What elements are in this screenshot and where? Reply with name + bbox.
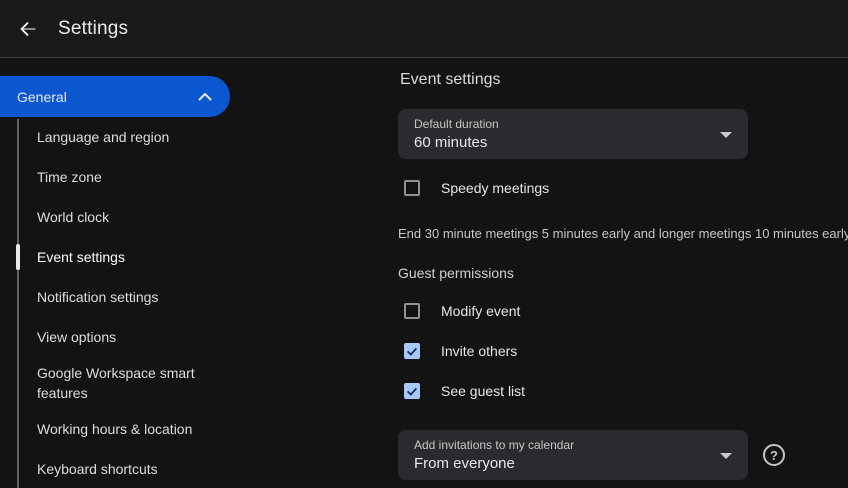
guest-permissions-heading: Guest permissions: [398, 265, 848, 281]
sidebar-item-notification-settings[interactable]: Notification settings: [0, 277, 398, 317]
add-invitations-value: From everyone: [414, 455, 748, 472]
page-title: Settings: [58, 18, 128, 40]
default-duration-label: Default duration: [414, 117, 748, 131]
sidebar-item-label: Google Workspace smart features: [37, 363, 217, 403]
sidebar-item-view-options[interactable]: View options: [0, 317, 398, 357]
sidebar-item-time-zone[interactable]: Time zone: [0, 157, 398, 197]
invite-others-label: Invite others: [441, 343, 517, 359]
dropdown-arrow-icon: [720, 132, 732, 138]
see-guest-list-checkbox[interactable]: [404, 383, 420, 399]
add-invitations-row: Add invitations to my calendar From ever…: [398, 430, 848, 480]
default-duration-select[interactable]: Default duration 60 minutes: [398, 109, 748, 159]
sidebar-item-working-hours-location[interactable]: Working hours & location: [0, 409, 398, 449]
settings-layout: General Language and region Time zone Wo…: [0, 58, 848, 487]
sidebar-item-label: Notification settings: [37, 289, 158, 305]
header: Settings: [0, 0, 848, 58]
sidebar-item-label: Language and region: [37, 129, 169, 145]
sidebar-item-google-workspace-smart-features[interactable]: Google Workspace smart features: [0, 357, 398, 409]
invite-others-row: Invite others: [398, 341, 848, 361]
speedy-meetings-description: End 30 minute meetings 5 minutes early a…: [398, 226, 848, 241]
sidebar-list: Language and region Time zone World cloc…: [0, 117, 398, 488]
speedy-meetings-label: Speedy meetings: [441, 180, 549, 196]
sidebar-item-label: View options: [37, 329, 116, 345]
help-icon[interactable]: ?: [763, 444, 785, 466]
back-button[interactable]: [8, 9, 48, 49]
sidebar: General Language and region Time zone Wo…: [0, 58, 398, 487]
default-duration-value: 60 minutes: [414, 134, 748, 151]
dropdown-arrow-icon: [720, 453, 732, 459]
section-heading: Event settings: [400, 71, 848, 89]
sidebar-item-label: Time zone: [37, 169, 102, 185]
chevron-up-icon: [198, 92, 212, 101]
arrow-left-icon: [17, 18, 39, 40]
speedy-meetings-checkbox[interactable]: [404, 180, 420, 196]
sidebar-item-event-settings[interactable]: Event settings: [0, 237, 398, 277]
sidebar-item-label: World clock: [37, 209, 109, 225]
selected-indicator: [16, 244, 20, 270]
modify-event-label: Modify event: [441, 303, 520, 319]
sidebar-item-label: Keyboard shortcuts: [37, 461, 158, 477]
modify-event-row: Modify event: [398, 301, 848, 321]
add-invitations-label: Add invitations to my calendar: [414, 438, 748, 452]
sidebar-item-label: Event settings: [37, 249, 125, 265]
check-icon: [406, 385, 418, 398]
check-icon: [406, 345, 418, 358]
main-content: Event settings Default duration 60 minut…: [398, 58, 848, 487]
sidebar-item-keyboard-shortcuts[interactable]: Keyboard shortcuts: [0, 449, 398, 488]
see-guest-list-label: See guest list: [441, 383, 525, 399]
sidebar-item-world-clock[interactable]: World clock: [0, 197, 398, 237]
speedy-meetings-row: Speedy meetings: [398, 178, 848, 198]
sidebar-section-general[interactable]: General: [0, 76, 230, 117]
sidebar-item-label: Working hours & location: [37, 421, 192, 437]
add-invitations-select[interactable]: Add invitations to my calendar From ever…: [398, 430, 748, 480]
modify-event-checkbox[interactable]: [404, 303, 420, 319]
sidebar-item-language-and-region[interactable]: Language and region: [0, 117, 398, 157]
invite-others-checkbox[interactable]: [404, 343, 420, 359]
see-guest-list-row: See guest list: [398, 381, 848, 401]
sidebar-section-label: General: [17, 89, 67, 105]
